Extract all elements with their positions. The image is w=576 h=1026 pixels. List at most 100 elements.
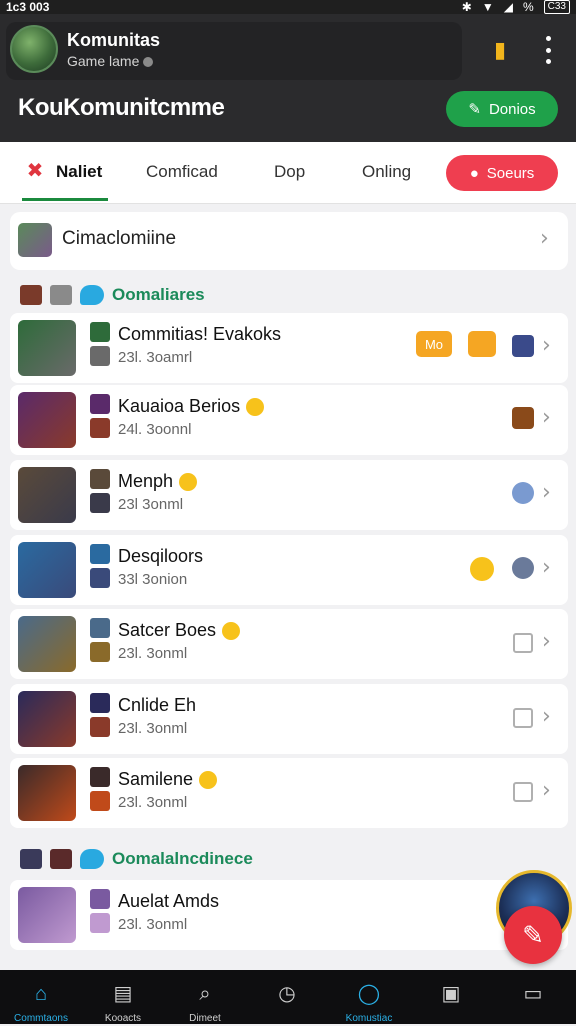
chevron-right-icon: ›: [542, 480, 551, 505]
game-icon: [90, 913, 110, 933]
item-name: Kauaioa Berios: [118, 396, 265, 417]
game-icon: [90, 889, 110, 909]
game-thumbnail: [18, 542, 76, 598]
game-icon: [90, 568, 110, 588]
member-avatar: [512, 407, 534, 429]
list-item[interactable]: Samilene 23l. 3onml ›: [10, 758, 568, 828]
game-icon: [90, 493, 110, 513]
nav-item[interactable]: ▣: [410, 970, 492, 1024]
nav-item[interactable]: ⌕ Dimeet: [164, 970, 246, 1024]
image-icon: ▣: [441, 983, 461, 1005]
page-title: KouKomunitcmme: [18, 94, 225, 121]
game-icon: [90, 791, 110, 811]
member-avatar: [512, 335, 534, 357]
emoji-badge: [468, 331, 496, 357]
more-icon[interactable]: [538, 36, 558, 64]
section-header: Oomalalncdinece: [20, 844, 253, 874]
chevron-right-icon: ›: [542, 333, 551, 358]
game-thumbnail: [18, 467, 76, 523]
status-dot-icon: [143, 57, 154, 68]
list-item[interactable]: Satcer Boes 23l. 3onml ›: [10, 609, 568, 679]
home-icon: ⌂: [34, 983, 48, 1005]
featured-label: Cimaclomiine: [62, 228, 177, 249]
featured-card[interactable]: Cimaclomiine ›: [10, 212, 568, 270]
game-icon: [50, 285, 72, 305]
item-meta: 23l. 3onml: [118, 916, 188, 933]
compass-icon: ◷: [278, 983, 296, 1005]
list-item[interactable]: Kauaioa Berios 24l. 3oonnl ›: [10, 385, 568, 455]
status-time: 1c3 003: [6, 0, 50, 14]
tab-active-indicator: [22, 198, 108, 201]
nav-item[interactable]: ⌂ Commtaons: [0, 970, 82, 1024]
tab-dop[interactable]: Dop: [274, 162, 305, 182]
game-thumbnail: [18, 320, 76, 376]
game-thumbnail: [18, 765, 76, 821]
list-item[interactable]: Auelat Amds23l. 3onml›: [10, 880, 568, 950]
tab-onling[interactable]: Onling: [362, 162, 411, 182]
list-item[interactable]: Commitias! Evakoks 23l. 3oamrl › Mo: [10, 313, 568, 383]
nav-item[interactable]: ◷: [246, 970, 328, 1024]
smiley-icon: [179, 473, 198, 492]
window-icon: ▭: [523, 983, 543, 1005]
game-icon: [90, 346, 110, 366]
status-icons: ✱ ▼ ◢ % C33: [462, 0, 570, 14]
game-icon: [90, 717, 110, 737]
avatar[interactable]: [10, 25, 58, 73]
user-icon: ●: [469, 164, 479, 182]
donate-button[interactable]: ✎ Donios: [446, 91, 558, 127]
item-name: Auelat Amds: [118, 891, 220, 911]
search-icon: ⌕: [199, 983, 211, 1005]
member-avatar: [512, 482, 534, 504]
smiley-icon: [222, 622, 241, 641]
game-icon: [20, 849, 42, 869]
item-name: Menph: [118, 471, 198, 492]
profile-name: Komunitas: [67, 30, 161, 50]
item-name: Commitias! Evakoks: [118, 324, 282, 344]
item-meta: 23l. 3onml: [118, 720, 188, 737]
signal-text: %: [522, 0, 534, 14]
list-item[interactable]: Desqiloors 33l 3onion ›: [10, 535, 568, 605]
game-thumbnail: [18, 691, 76, 747]
bookmark-icon[interactable]: [513, 633, 533, 653]
flag-icon: ✖: [26, 160, 44, 182]
chevron-right-icon: ›: [542, 405, 551, 430]
book-icon: ▤: [113, 983, 133, 1005]
nav-label: Commtaons: [14, 1013, 68, 1024]
game-icon: [90, 642, 110, 662]
section-title: Oomaliares: [112, 285, 205, 304]
list-item[interactable]: Menph 23l 3onml ›: [10, 460, 568, 530]
chevron-right-icon: ›: [542, 704, 551, 729]
pen-icon: ✎: [522, 919, 544, 950]
chevron-right-icon: ›: [540, 226, 549, 251]
section-header: Oomaliares: [20, 280, 205, 310]
chat-bubble-icon: [80, 849, 104, 869]
search-button[interactable]: ● Soeurs: [446, 155, 558, 191]
game-icon: [90, 618, 110, 638]
tab-naliet[interactable]: Naliet: [56, 162, 102, 182]
nav-item[interactable]: ◯ Komustiac: [328, 970, 410, 1024]
signal-icon: ◢: [503, 0, 513, 14]
item-name: Satcer Boes: [118, 620, 241, 641]
chat-bubble-icon: [80, 285, 104, 305]
bookmark-icon[interactable]: [513, 708, 533, 728]
chevron-right-icon: ›: [542, 629, 551, 654]
item-meta: 23l. 3onml: [118, 794, 188, 811]
nav-item[interactable]: ▭: [492, 970, 574, 1024]
bookmark-icon[interactable]: [513, 782, 533, 802]
game-icon: [50, 849, 72, 869]
game-thumbnail: [18, 392, 76, 448]
list-item[interactable]: Cnlide Eh 23l. 3onml ›: [10, 684, 568, 754]
smiley-icon: [470, 557, 494, 581]
game-icon: [90, 693, 110, 713]
item-name: Desqiloors: [118, 546, 204, 566]
tab-comficad[interactable]: Comficad: [146, 162, 218, 182]
bottom-navigation: ⌂ Commtaons ▤ Kooacts ⌕ Dimeet ◷ ◯ Komustiac ▣ ▭: [0, 970, 576, 1024]
game-thumbnail: [18, 887, 76, 943]
nav-item[interactable]: ▤ Kooacts: [82, 970, 164, 1024]
compose-button[interactable]: ✎: [504, 906, 562, 964]
book-icon[interactable]: ▮: [488, 38, 512, 62]
section-title: Oomalalncdinece: [112, 849, 253, 868]
smiley-icon: [246, 398, 265, 417]
game-thumbnail: [18, 616, 76, 672]
wifi-icon: ▼: [481, 0, 494, 14]
